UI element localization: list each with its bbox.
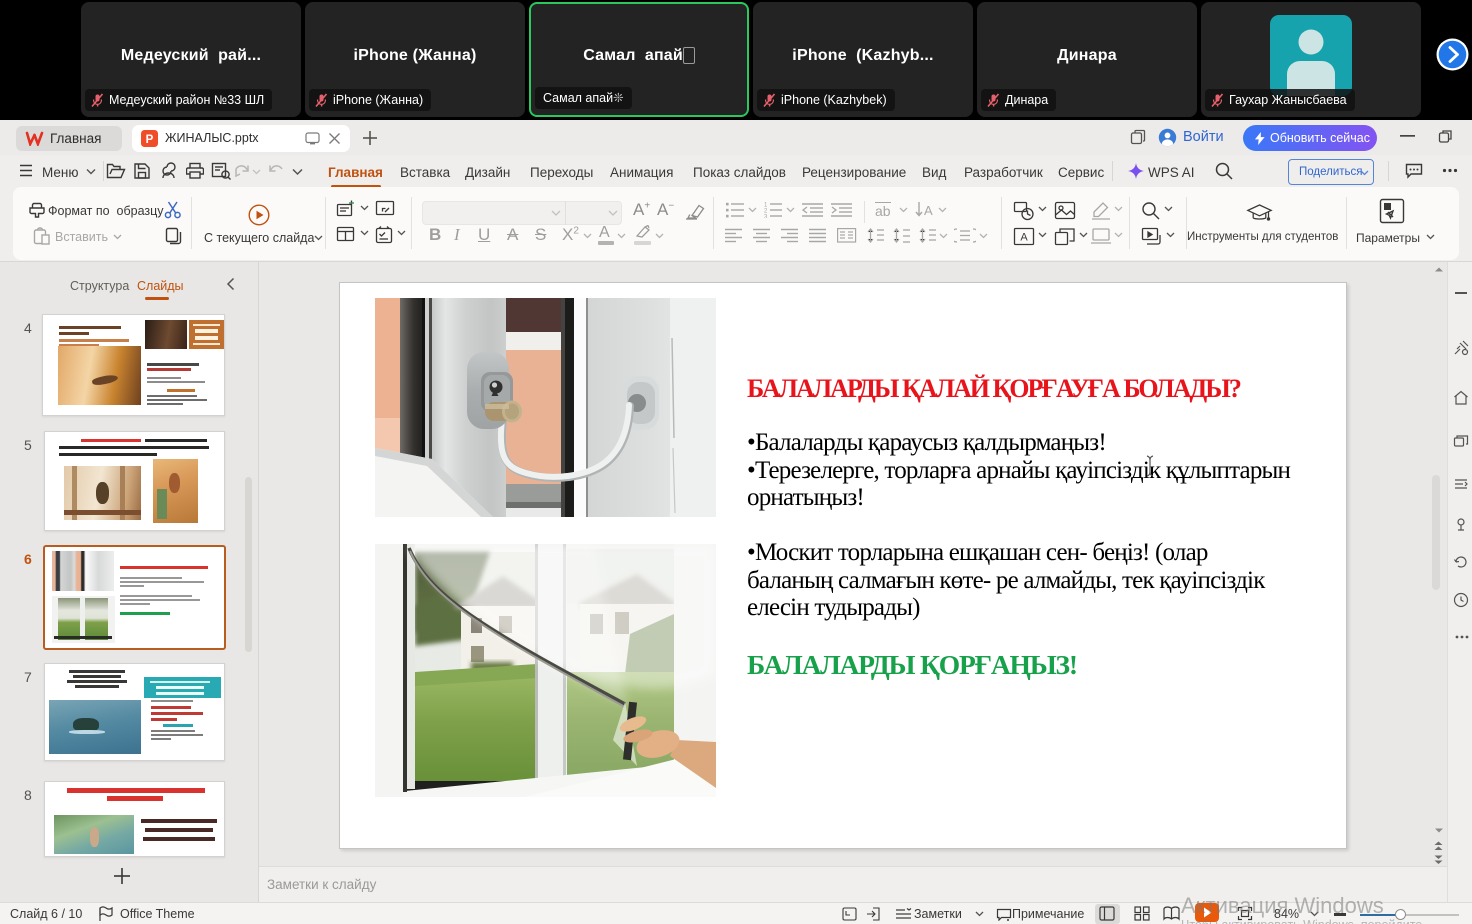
svg-text:3: 3 [764, 215, 768, 219]
svg-text:P: P [146, 134, 154, 146]
svg-text:A: A [1020, 232, 1028, 244]
svg-text:A: A [924, 203, 933, 218]
